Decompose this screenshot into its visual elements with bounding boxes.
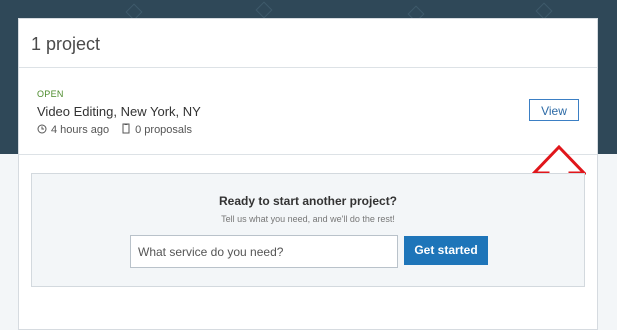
decorative-diamond <box>255 1 273 19</box>
clock-icon <box>37 124 47 137</box>
new-project-panel: Ready to start another project? Tell us … <box>31 173 585 287</box>
time-ago: 4 hours ago <box>51 124 110 136</box>
cta-heading: Ready to start another project? <box>218 194 398 208</box>
decorative-diamond <box>535 2 553 20</box>
proposals-meta: 0 proposals <box>121 123 192 137</box>
cta-subheading: Tell us what you need, and we'll do the … <box>221 214 395 224</box>
project-meta: 4 hours ago 0 proposals <box>37 123 204 137</box>
document-icon <box>121 123 131 137</box>
time-meta: 4 hours ago <box>37 124 109 137</box>
divider <box>19 67 597 68</box>
card-title: 1 project <box>31 34 101 54</box>
service-search-input[interactable] <box>130 235 398 268</box>
divider <box>19 154 597 155</box>
view-button[interactable]: View <box>529 99 579 121</box>
projects-card: 1 project OPEN Video Editing, New York, … <box>18 18 598 330</box>
status-badge: OPEN <box>37 89 64 99</box>
project-title: Video Editing, New York, NY <box>37 104 201 119</box>
proposals-count: 0 proposals <box>135 124 192 136</box>
get-started-button[interactable]: Get started <box>404 236 488 265</box>
